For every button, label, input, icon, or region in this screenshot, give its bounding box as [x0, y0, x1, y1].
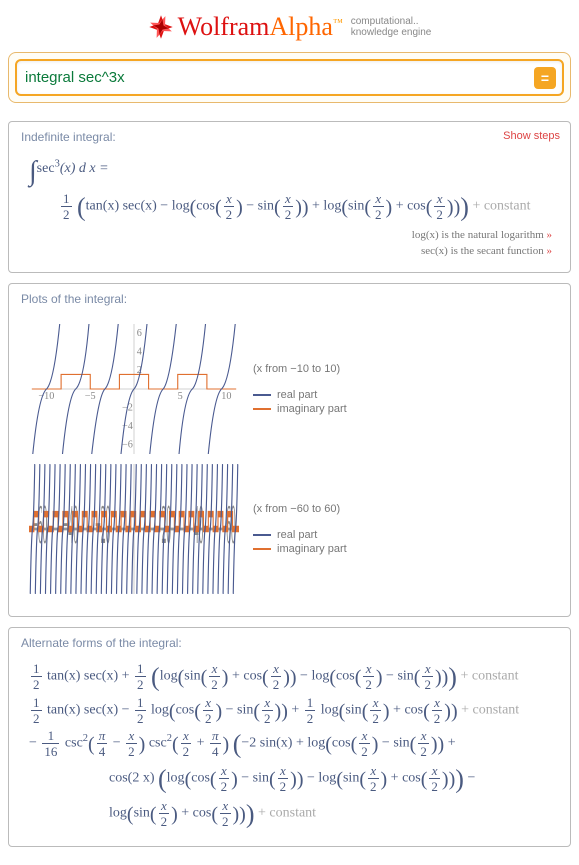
show-steps-link[interactable]: Show steps	[503, 130, 560, 144]
brand-tagline: computational.. knowledge engine	[351, 16, 432, 38]
search-container: =	[8, 52, 571, 103]
wolfram-spikey-icon	[148, 14, 174, 40]
integral-rhs: 12 (tan(x) sec(x) − log(cos(x2) − sin(x2…	[29, 192, 556, 223]
alt-form-3-line1: − 116 csc2(π4 − x2) csc2(x2 + π4) (−2 si…	[29, 729, 556, 760]
search-input[interactable]	[23, 65, 534, 90]
plot-row-2: −60−40−20204060 (x from −60 to 60) real …	[29, 464, 556, 594]
pod-alternate-forms: Alternate forms of the integral: 12 tan(…	[8, 627, 571, 847]
pod-title: Alternate forms of the integral:	[21, 636, 182, 650]
pod-title: Indefinite integral:	[21, 130, 116, 144]
footnotes: log(x) is the natural logarithm » sec(x)…	[29, 227, 556, 260]
svg-text:5: 5	[178, 391, 183, 402]
svg-text:4: 4	[137, 346, 142, 357]
legend-real: real part	[253, 529, 347, 541]
pod-indefinite-integral: Indefinite integral: Show steps ∫sec3(x)…	[8, 121, 571, 273]
alt-form-3-line3: log(sin(x2) + cos(x2))) + constant	[29, 799, 556, 830]
plot-1: −10−5510 642−2−4−6	[29, 324, 239, 454]
svg-text:6: 6	[137, 328, 142, 339]
legend-real: real part	[253, 389, 347, 401]
alt-form-2: 12 tan(x) sec(x) − 12 log(cos(x2) − sin(…	[29, 696, 556, 725]
svg-text:−40: −40	[63, 492, 78, 555]
alt-form-3-line2: cos(2 x) (log(cos(x2) − sin(x2)) − log(s…	[29, 764, 556, 795]
plot-2: −60−40−20204060	[29, 464, 239, 594]
svg-text:−60: −60	[32, 492, 47, 555]
plot-row-1: −10−5510 642−2−4−6 (x from −10 to 10)	[29, 324, 556, 454]
integral-lhs: ∫sec3(x) d x =	[29, 156, 556, 188]
legend-imag: imaginary part	[253, 403, 347, 415]
brand-header: WolframAlpha™ computational.. knowledge …	[8, 12, 571, 42]
svg-text:10: 10	[221, 391, 231, 402]
equals-icon: =	[541, 70, 549, 86]
search-bar: =	[15, 59, 564, 96]
plot-range-2: (x from −60 to 60)	[253, 503, 347, 515]
svg-text:−6: −6	[122, 439, 133, 450]
plot-range-1: (x from −10 to 10)	[253, 363, 347, 375]
brand-wordmark: WolframAlpha™	[178, 12, 343, 42]
compute-button[interactable]: =	[534, 67, 556, 89]
legend-imag: imaginary part	[253, 543, 347, 555]
pod-title: Plots of the integral:	[21, 292, 127, 306]
alt-form-1: 12 tan(x) sec(x) + 12 (log(sin(x2) + cos…	[29, 662, 556, 693]
pod-plots: Plots of the integral: −10−5510 642−2−4−…	[8, 283, 571, 617]
svg-text:−5: −5	[85, 391, 96, 402]
